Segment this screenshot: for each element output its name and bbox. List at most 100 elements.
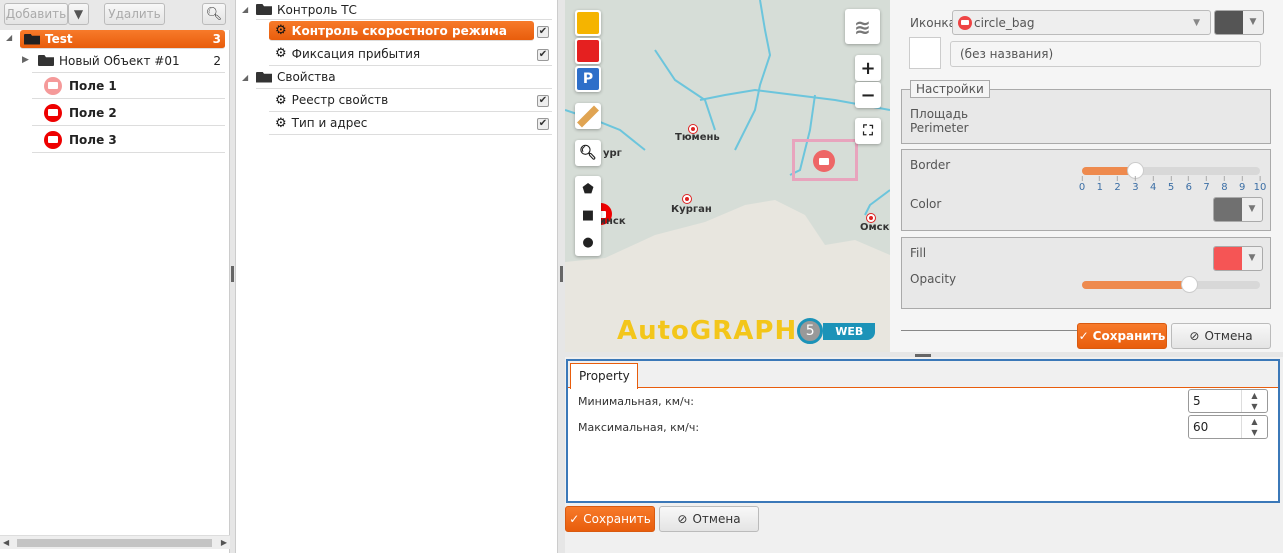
- checkbox-speed-control[interactable]: ✔: [537, 26, 549, 38]
- poi-icon: [577, 40, 599, 62]
- tree-item-field-2[interactable]: Поле 2: [32, 100, 225, 126]
- route-icon: [577, 12, 599, 34]
- max-speed-input[interactable]: 60 ▲ ▼: [1188, 415, 1268, 439]
- layers-button[interactable]: ≋: [845, 9, 880, 44]
- item-label: Тип и адрес: [291, 116, 368, 130]
- collapse-icon[interactable]: ◢: [242, 5, 248, 14]
- opacity-slider[interactable]: [1082, 276, 1260, 293]
- spinner-arrows-icon[interactable]: ▲ ▼: [1241, 416, 1267, 438]
- icon-color-picker[interactable]: ▼: [1214, 10, 1264, 35]
- slider-tick: 0: [1079, 176, 1085, 193]
- collapse-icon[interactable]: ◢: [6, 33, 12, 42]
- poi-tool-button[interactable]: [575, 38, 601, 64]
- search-button[interactable]: 🔍︎: [202, 3, 226, 25]
- slider-tick: 10: [1254, 176, 1266, 193]
- route-tool-button[interactable]: [575, 10, 601, 36]
- horizontal-scrollbar[interactable]: ◀ ▶: [0, 535, 230, 549]
- fullscreen-icon: ⛶: [863, 123, 873, 139]
- tree-item-arrival[interactable]: ⚙ Фиксация прибытия: [269, 42, 552, 66]
- fill-label: Fill: [910, 246, 927, 260]
- zoom-out-button[interactable]: −: [855, 82, 881, 108]
- tree-item-field-3[interactable]: Поле 3: [32, 127, 225, 153]
- min-speed-input[interactable]: 5 ▲ ▼: [1188, 389, 1268, 413]
- settings-tree-panel: ◢ Контроль ТС ⚙ Контроль скоростного режи…: [236, 0, 558, 553]
- slider-tick: 6: [1186, 176, 1192, 193]
- checkbox-type-address[interactable]: ✔: [537, 118, 549, 130]
- tree-item-type-address[interactable]: ⚙ Тип и адрес: [269, 112, 552, 135]
- item-label: Фиксация прибытия: [291, 46, 421, 61]
- style-cancel-button[interactable]: ⊘ Отмена: [1171, 323, 1271, 349]
- style-save-button[interactable]: ✓ Сохранить: [1077, 323, 1167, 349]
- expand-icon[interactable]: ▶: [22, 55, 29, 65]
- style-panel: Иконка circle_bag ▼ ▼ (без названия) Нас…: [890, 0, 1283, 352]
- ruler-button[interactable]: [575, 103, 601, 129]
- slider-tick: 4: [1150, 176, 1156, 193]
- tree-item-test[interactable]: Test 3: [20, 30, 225, 49]
- icon-select[interactable]: circle_bag ▼: [952, 10, 1211, 35]
- polygon-icon[interactable]: ⬟: [582, 182, 593, 197]
- splitter-middle[interactable]: [558, 0, 565, 553]
- tree-item-registry[interactable]: ⚙ Реестр свойств: [269, 89, 552, 112]
- property-cancel-button[interactable]: ⊘ Отмена: [659, 506, 759, 532]
- slider-handle[interactable]: [1180, 276, 1198, 293]
- square-icon[interactable]: ■: [582, 208, 594, 223]
- fill-color-picker[interactable]: ▼: [1213, 246, 1263, 271]
- item-label: Реестр свойств: [291, 93, 389, 107]
- group-label: Контроль ТС: [277, 2, 357, 17]
- item-count: 2: [213, 53, 221, 68]
- item-label: Контроль скоростного режима: [291, 23, 507, 38]
- add-button[interactable]: Добавить: [4, 3, 68, 25]
- folder-icon: [38, 55, 54, 66]
- cancel-icon: ⊘: [1189, 329, 1200, 343]
- chevron-down-icon: ▼: [1193, 17, 1200, 28]
- perimeter-label: Perimeter: [910, 121, 969, 135]
- item-count: 3: [212, 32, 221, 46]
- border-color-picker[interactable]: ▼: [1213, 197, 1263, 222]
- border-slider-ticks: 0 1 2 3 4 5 6 7 8 9 10: [1079, 176, 1266, 196]
- zoom-in-button[interactable]: +: [855, 55, 881, 81]
- search-icon: 🔍︎: [579, 145, 597, 161]
- layers-icon: ≋: [854, 14, 871, 39]
- area-label: Площадь: [910, 107, 969, 121]
- settings-legend: Настройки: [910, 80, 990, 98]
- checkbox-registry[interactable]: ✔: [537, 95, 549, 107]
- color-label: Color: [910, 197, 942, 211]
- checkbox-arrival[interactable]: ✔: [537, 49, 549, 61]
- parking-tool-button[interactable]: P: [575, 66, 601, 92]
- ruler-icon: [577, 105, 599, 127]
- city-label: инск: [599, 216, 626, 227]
- map-search-button[interactable]: 🔍︎: [575, 140, 601, 166]
- add-dropdown-button[interactable]: ▼: [68, 3, 89, 25]
- city-label: Курган: [671, 204, 712, 215]
- icon-select-value: circle_bag: [974, 15, 1035, 30]
- tree-item-field-1[interactable]: Поле 1: [32, 73, 225, 99]
- tree-item-label: Поле 3: [69, 132, 117, 147]
- check-icon: ✓: [1078, 329, 1089, 343]
- splitter-horizontal[interactable]: [565, 352, 1283, 357]
- check-icon: ✓: [569, 512, 580, 526]
- circle-bag-marker[interactable]: [813, 150, 835, 172]
- tree-group-vehicle-control[interactable]: Контроль ТС: [256, 0, 552, 20]
- name-input[interactable]: (без названия): [950, 41, 1261, 67]
- delete-button[interactable]: Удалить: [104, 3, 165, 25]
- slider-tick: 2: [1114, 176, 1121, 193]
- spinner-arrows-icon[interactable]: ▲ ▼: [1241, 390, 1267, 412]
- border-label: Border: [910, 158, 951, 172]
- tree-item-label: Поле 1: [69, 78, 117, 93]
- max-speed-label: Максимальная, км/ч:: [578, 421, 700, 434]
- circle-bag-icon: [958, 15, 972, 30]
- tab-property[interactable]: Property: [570, 363, 638, 389]
- circle-icon[interactable]: ●: [582, 235, 593, 250]
- border-width-slider[interactable]: [1082, 162, 1260, 179]
- tree-item-speed-control[interactable]: ⚙ Контроль скоростного режима: [269, 21, 534, 41]
- city-label: ург: [603, 148, 622, 159]
- map[interactable]: Тюмень Курган Омск ург инск P 🔍︎ ⬟ ■ ● ≋ +…: [565, 0, 890, 352]
- tree-group-properties[interactable]: Свойства: [256, 66, 552, 89]
- collapse-icon[interactable]: ◢: [242, 73, 248, 82]
- tree-item-new-object[interactable]: Новый Объект #01 2: [32, 49, 225, 73]
- property-save-button[interactable]: ✓ Сохранить: [565, 506, 655, 532]
- fullscreen-button[interactable]: ⛶: [855, 118, 881, 144]
- icon-label: Иконка: [910, 16, 957, 30]
- tree-item-label: Поле 2: [69, 105, 117, 120]
- gear-icon: ⚙: [275, 115, 287, 131]
